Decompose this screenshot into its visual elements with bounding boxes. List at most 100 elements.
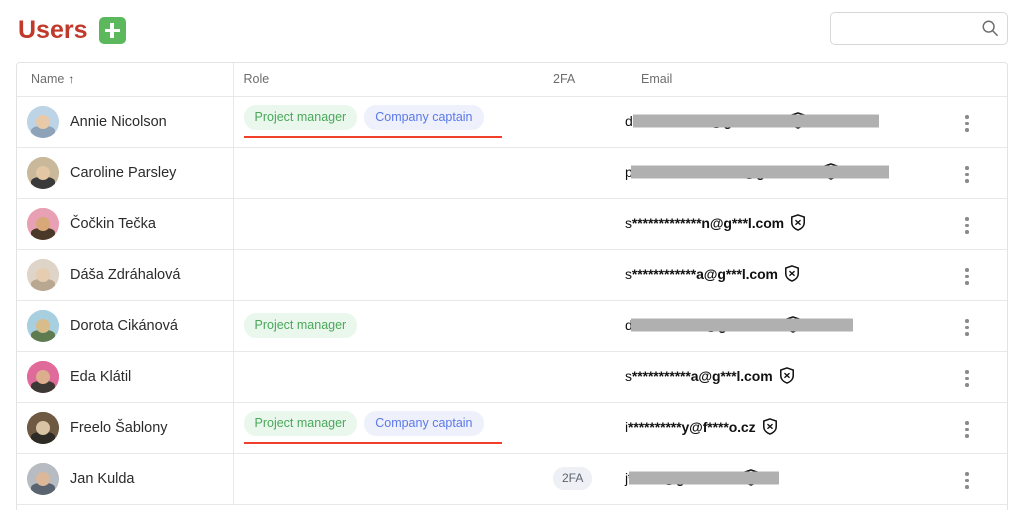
cell-role <box>233 198 553 250</box>
avatar <box>27 156 59 189</box>
cell-actions <box>955 147 1007 199</box>
cell-actions <box>955 198 1007 250</box>
table-row[interactable]: Dorota Cikánová Project manager d*********… <box>17 300 1007 352</box>
user-email: s************a@g***l.com <box>625 265 778 282</box>
cell-2fa <box>553 147 625 199</box>
cell-email: s************a@g***l.com <box>625 249 955 301</box>
avatar <box>27 207 59 240</box>
cell-actions <box>955 402 1007 454</box>
user-name: Dorota Cikánová <box>70 317 178 334</box>
kebab-menu-icon[interactable] <box>955 211 979 240</box>
cell-email: j*****a@g***l.com <box>625 453 955 505</box>
table-header: Name ↑ Role 2FA Email <box>17 63 1007 97</box>
avatar <box>27 105 59 138</box>
user-name: Jan Kulda <box>70 470 135 487</box>
cell-email: s***********a@g***l.com <box>625 351 955 403</box>
shield-x-icon[interactable] <box>823 163 839 181</box>
column-header-name[interactable]: Name ↑ <box>17 63 234 97</box>
shield-x-icon[interactable] <box>790 214 806 232</box>
shield-x-icon[interactable] <box>784 265 800 283</box>
cell-2fa <box>553 300 625 352</box>
cell-email: s*************n@g***l.com <box>625 198 955 250</box>
user-email: j*****a@g***l.com <box>625 469 737 486</box>
table-row[interactable]: Dáša Zdráhalová s************a@g***l.com <box>17 249 1007 301</box>
cell-email: d*************a@g***l.com <box>625 96 955 148</box>
cell-role: Project manager Company captain <box>233 402 553 454</box>
sort-ascending-icon: ↑ <box>68 72 75 87</box>
cell-actions <box>955 453 1007 505</box>
role-badge[interactable]: Project manager <box>243 410 358 437</box>
role-badge[interactable]: Project manager <box>243 104 358 131</box>
table-row[interactable]: Jan Kulda 2FA j*****a@g***l.com <box>17 453 1007 505</box>
user-name: Caroline Parsley <box>70 164 177 181</box>
users-table-container: Name ↑ Role 2FA Email Annie Nicolson Proje… <box>16 62 1008 510</box>
cell-name: Dáša Zdráhalová <box>17 249 234 301</box>
cell-2fa: 2FA <box>553 453 625 505</box>
shield-x-icon[interactable] <box>790 112 806 130</box>
cell-2fa <box>553 249 625 301</box>
cell-role: Project manager Company captain <box>233 96 553 148</box>
cell-role <box>233 147 553 199</box>
avatar <box>27 360 59 393</box>
role-badge[interactable]: Company captain <box>364 104 484 131</box>
role-badge[interactable]: Company captain <box>364 410 484 437</box>
cell-name: Eda Klátil <box>17 351 234 403</box>
avatar <box>27 462 59 495</box>
cell-name: Jan Kulda <box>17 453 234 505</box>
cell-name: Dorota Cikánová <box>17 300 234 352</box>
shield-x-icon[interactable] <box>762 418 778 436</box>
user-email: d************a@g***l.com <box>625 316 779 333</box>
shield-x-icon[interactable] <box>779 367 795 385</box>
shield-x-icon[interactable] <box>785 316 801 334</box>
kebab-menu-icon[interactable] <box>955 466 979 495</box>
table-row[interactable]: Freelo Šablony Project manager Company cap… <box>17 402 1007 454</box>
cell-actions <box>955 351 1007 403</box>
column-header-email-label: Email <box>641 72 673 87</box>
avatar <box>27 258 59 291</box>
kebab-menu-icon[interactable] <box>955 262 979 291</box>
user-email: s*************n@g***l.com <box>625 214 784 231</box>
table-header-row: Name ↑ Role 2FA Email <box>17 63 1007 97</box>
kebab-menu-icon[interactable] <box>955 109 979 138</box>
cell-role <box>233 249 553 301</box>
table-row[interactable]: Annie Nicolson Project manager Company cap… <box>17 96 1007 148</box>
cell-email: d************a@g***l.com <box>625 300 955 352</box>
cell-role <box>233 453 553 505</box>
cell-role <box>233 351 553 403</box>
shield-x-icon[interactable] <box>743 469 759 487</box>
table-row[interactable]: Čočkin Tečka s*************n@g***l.com <box>17 198 1007 250</box>
column-header-role-label: Role <box>243 72 270 87</box>
table-row[interactable]: Caroline Parsley p*******************n@g*… <box>17 147 1007 199</box>
search-input[interactable] <box>830 12 1008 45</box>
role-badge[interactable]: Project manager <box>243 312 358 339</box>
column-header-role[interactable]: Role <box>233 63 553 97</box>
kebab-menu-icon[interactable] <box>955 313 979 342</box>
column-header-email[interactable]: Email <box>625 63 955 97</box>
user-name: Dáša Zdráhalová <box>70 266 181 283</box>
kebab-menu-icon[interactable] <box>955 364 979 393</box>
title-group: Users <box>18 15 126 44</box>
user-name: Freelo Šablony <box>70 419 168 436</box>
cell-2fa <box>553 198 625 250</box>
user-name: Annie Nicolson <box>70 113 167 130</box>
search-box[interactable] <box>830 12 1008 45</box>
cell-name: Čočkin Tečka <box>17 198 234 250</box>
table-row[interactable]: Eda Klátil s***********a@g***l.com <box>17 351 1007 403</box>
role-underline-marker <box>243 442 502 445</box>
user-email: i**********y@f****o.cz <box>625 418 756 435</box>
role-underline-marker <box>243 136 502 139</box>
table-body: Annie Nicolson Project manager Company cap… <box>17 96 1007 505</box>
cell-actions <box>955 96 1007 148</box>
cell-name: Annie Nicolson <box>17 96 234 148</box>
column-header-2fa[interactable]: 2FA <box>553 63 625 97</box>
kebab-menu-icon[interactable] <box>955 415 979 444</box>
page-title: Users <box>18 15 88 44</box>
cell-actions <box>955 249 1007 301</box>
add-user-button[interactable] <box>98 16 126 44</box>
cell-2fa <box>553 96 625 148</box>
user-name: Eda Klátil <box>70 368 132 385</box>
user-email: s***********a@g***l.com <box>625 367 773 384</box>
cell-email: i**********y@f****o.cz <box>625 402 955 454</box>
user-name: Čočkin Tečka <box>70 215 156 232</box>
kebab-menu-icon[interactable] <box>955 160 979 189</box>
